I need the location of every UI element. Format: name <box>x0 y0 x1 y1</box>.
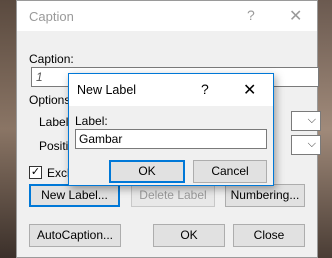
new-label-dialog: New Label ? ✕ Label: Gambar OK Cancel <box>68 73 274 186</box>
new-label-cancel-button[interactable]: Cancel <box>193 160 267 183</box>
chevron-down-icon: ⌵ <box>307 138 316 150</box>
chevron-down-icon: ⌵ <box>307 114 316 126</box>
background-left <box>0 0 16 258</box>
new-label-title: New Label <box>77 83 137 97</box>
close-icon[interactable]: ✕ <box>243 80 256 100</box>
numbering-button[interactable]: Numbering... <box>225 184 305 207</box>
caption-title-bar: Caption ? ✕ <box>17 1 317 31</box>
new-label-ok-button[interactable]: OK <box>109 160 185 183</box>
new-label-input[interactable]: Gambar <box>75 129 267 149</box>
exclude-checkbox[interactable]: ✓ <box>29 166 42 179</box>
new-label-field-label: Label: <box>75 114 108 128</box>
new-label-title-bar: New Label ? ✕ <box>69 74 273 106</box>
position-select[interactable]: ⌵ <box>291 135 321 155</box>
label-select[interactable]: ⌵ <box>291 111 321 131</box>
ok-button[interactable]: OK <box>153 224 225 247</box>
autocaption-button[interactable]: AutoCaption... <box>29 224 121 247</box>
close-button[interactable]: Close <box>233 224 305 247</box>
new-label-button[interactable]: New Label... <box>29 184 120 207</box>
close-icon[interactable]: ✕ <box>289 6 302 26</box>
caption-title: Caption <box>29 9 74 24</box>
help-icon[interactable]: ? <box>201 81 209 97</box>
caption-field-label: Caption: <box>29 52 74 66</box>
options-group-label: Options <box>29 93 71 107</box>
help-icon[interactable]: ? <box>247 7 255 23</box>
label-field-label: Label: <box>39 115 72 129</box>
delete-label-button[interactable]: Delete Label <box>131 184 215 207</box>
